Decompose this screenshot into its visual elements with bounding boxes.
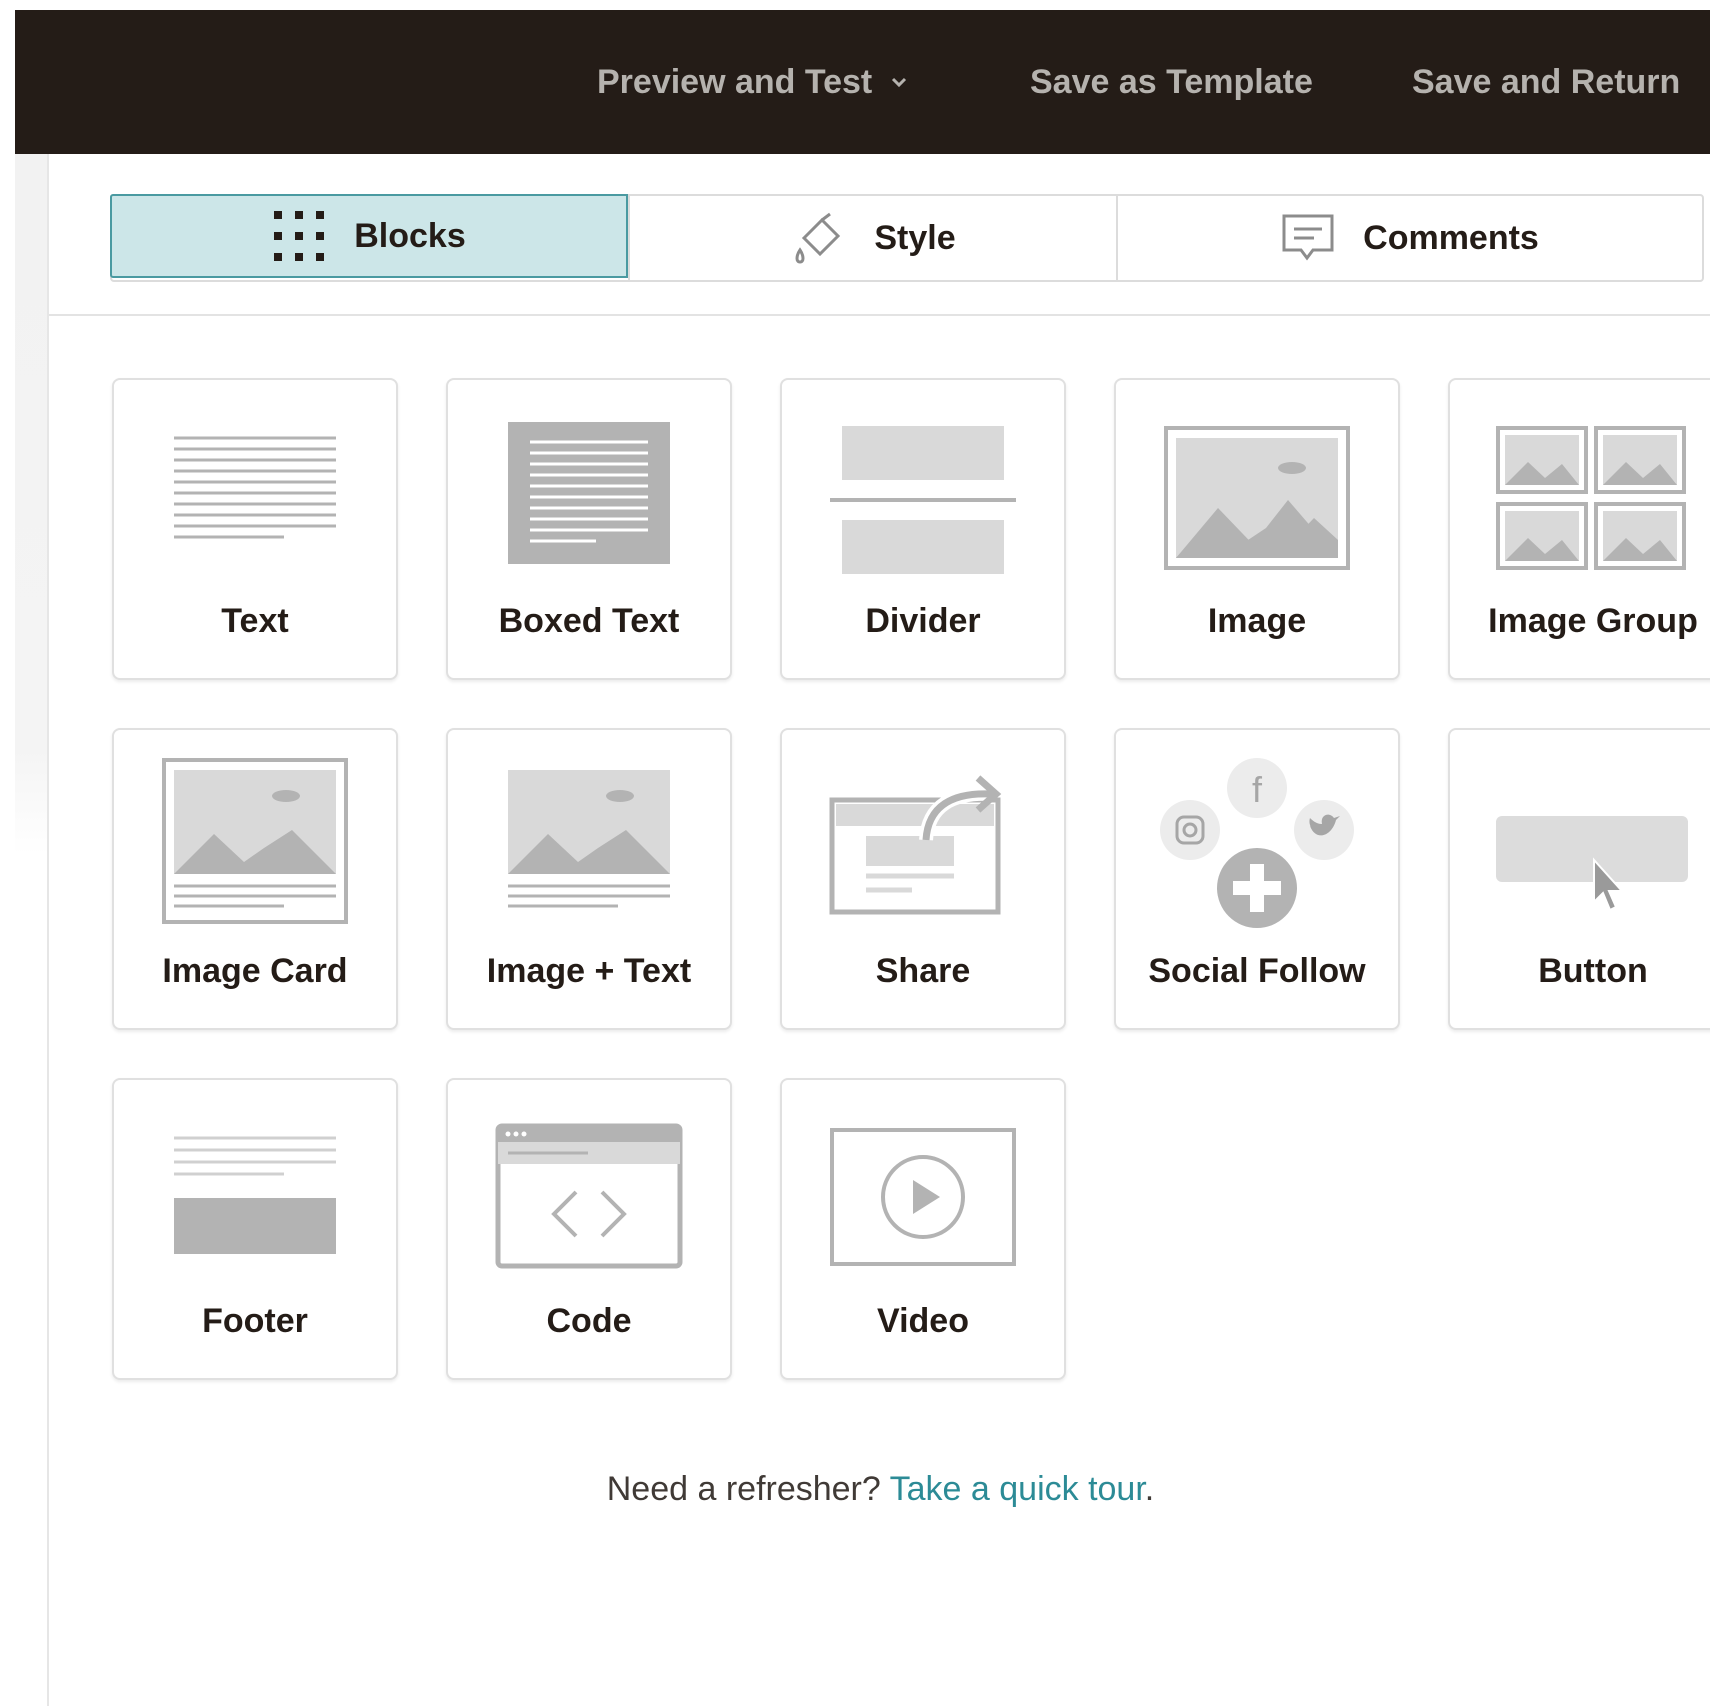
save-and-return-button[interactable]: Save and Return xyxy=(1412,10,1680,154)
block-label: Image xyxy=(1207,602,1307,640)
block-label: Button xyxy=(1538,952,1648,990)
text-block-icon xyxy=(174,436,336,539)
tab-style-label: Style xyxy=(874,218,956,257)
block-label: Image Card xyxy=(162,952,348,990)
grid-dots-icon xyxy=(272,209,326,263)
block-label: Social Follow xyxy=(1148,952,1366,990)
section-divider xyxy=(49,314,1710,316)
svg-text:f: f xyxy=(1252,769,1263,810)
top-toolbar: Preview and Test Save as Template Save a… xyxy=(15,10,1710,154)
block-boxed-text[interactable]: Boxed Text xyxy=(446,378,732,680)
block-label: Share xyxy=(875,952,971,990)
block-divider[interactable]: Divider xyxy=(780,378,1066,680)
preview-and-test-button[interactable]: Preview and Test xyxy=(597,10,908,154)
comment-icon xyxy=(1281,213,1335,263)
refresher-text: Need a refresher? xyxy=(606,1470,890,1508)
window-top-edge xyxy=(0,0,1710,10)
block-image-group[interactable]: Image Group xyxy=(1448,378,1710,680)
share-icon xyxy=(829,775,1002,915)
code-icon xyxy=(495,1123,683,1269)
footer-icon xyxy=(174,1136,336,1254)
refresher-end: . xyxy=(1144,1470,1155,1508)
block-video[interactable]: Video xyxy=(780,1078,1066,1380)
button-block-icon xyxy=(1496,816,1688,912)
tab-comments-label: Comments xyxy=(1363,218,1539,257)
tab-style[interactable]: Style xyxy=(628,196,1116,280)
block-image-text[interactable]: Image + Text xyxy=(446,728,732,1030)
video-icon xyxy=(830,1128,1016,1266)
image-group-icon xyxy=(1496,426,1686,570)
block-image-card[interactable]: Image Card xyxy=(112,728,398,1030)
social-follow-icon: f xyxy=(1160,758,1354,934)
block-label: Divider xyxy=(865,602,981,640)
block-label: Footer xyxy=(202,1302,308,1340)
save-template-label: Save as Template xyxy=(1030,62,1313,101)
block-text[interactable]: Text xyxy=(112,378,398,680)
image-text-icon xyxy=(508,770,670,908)
block-footer[interactable]: Footer xyxy=(112,1078,398,1380)
block-label: Image Group xyxy=(1488,602,1698,640)
refresher-line: Need a refresher? Take a quick tour. xyxy=(49,1470,1710,1509)
left-gutter xyxy=(0,10,15,1706)
block-label: Code xyxy=(546,1302,632,1340)
block-label: Boxed Text xyxy=(498,602,680,640)
block-social-follow[interactable]: f Social Follow xyxy=(1114,728,1400,1030)
block-label: Video xyxy=(877,1302,969,1340)
chevron-down-icon xyxy=(892,77,907,88)
block-label: Image + Text xyxy=(486,952,692,990)
side-shadow xyxy=(15,154,47,854)
preview-label: Preview and Test xyxy=(597,62,873,101)
editor-window: Preview and Test Save as Template Save a… xyxy=(15,10,1710,1706)
panel-tabs: Blocks Style Comments xyxy=(110,194,1704,282)
block-button[interactable]: Button xyxy=(1448,728,1710,1030)
boxed-text-icon xyxy=(508,422,670,564)
image-card-icon xyxy=(162,758,348,924)
tab-blocks[interactable]: Blocks xyxy=(110,194,628,278)
divider-icon xyxy=(830,426,1016,574)
block-image[interactable]: Image xyxy=(1114,378,1400,680)
quick-tour-link[interactable]: Take a quick tour xyxy=(890,1470,1145,1508)
tab-blocks-label: Blocks xyxy=(354,216,466,255)
paint-bucket-icon xyxy=(790,210,846,266)
tab-comments[interactable]: Comments xyxy=(1116,196,1702,280)
save-as-template-button[interactable]: Save as Template xyxy=(1030,10,1313,154)
blocks-panel: Blocks Style Comments Text Boxed Text Di… xyxy=(47,154,1710,1706)
block-code[interactable]: Code xyxy=(446,1078,732,1380)
image-icon xyxy=(1164,426,1350,570)
save-return-label: Save and Return xyxy=(1412,62,1681,101)
block-share[interactable]: Share xyxy=(780,728,1066,1030)
block-label: Text xyxy=(221,602,289,640)
